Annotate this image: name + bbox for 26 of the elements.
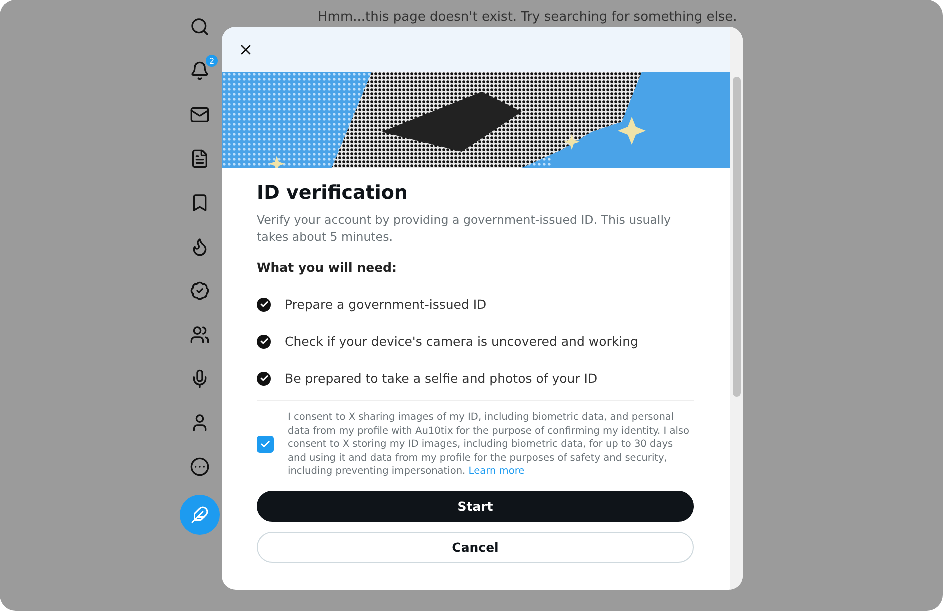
requirement-text: Prepare a government-issued ID [285,297,487,312]
dialog-title: ID verification [257,182,409,204]
notification-badge: 2 [206,55,218,67]
people-icon[interactable] [190,325,210,345]
search-icon[interactable] [190,17,210,37]
page-message: Hmm...this page doesn't exist. Try searching for something else. [318,10,738,25]
bell-icon[interactable] [190,61,210,81]
cancel-button[interactable]: Cancel [257,532,694,562]
requirement-text: Check if your device's camera is uncovered and working [285,334,638,349]
consent-text: I consent to X sharing images of my ID, including biometric data, and personal data from my profile with Au10tix for the purpose of confirming my identity. I also consent to X storing my ID images, including biometric data, for up to 30 days and using it and data from my profile for the purposes of safety and security, including preventing impersonation. Learn more [288,411,691,478]
check-icon [257,334,271,348]
more-icon[interactable] [190,457,210,477]
start-button[interactable]: Start [257,490,694,522]
check-icon [257,372,271,386]
requirements-heading: What you will need: [257,260,398,275]
feather-icon [191,506,209,524]
scrollbar[interactable] [730,27,743,590]
mail-icon[interactable] [190,105,210,125]
document-icon[interactable] [190,149,210,169]
check-icon [257,298,271,312]
requirement-text: Be prepared to take a selfie and photos of your ID [285,371,598,386]
dialog-description: Verify your account by providing a government-issued ID. This usually takes about 5 minutes. [257,212,672,246]
checkmark-icon [260,439,271,450]
compose-button[interactable] [180,495,220,535]
consent-checkbox[interactable] [257,436,274,454]
verified-badge-icon[interactable] [190,281,210,301]
